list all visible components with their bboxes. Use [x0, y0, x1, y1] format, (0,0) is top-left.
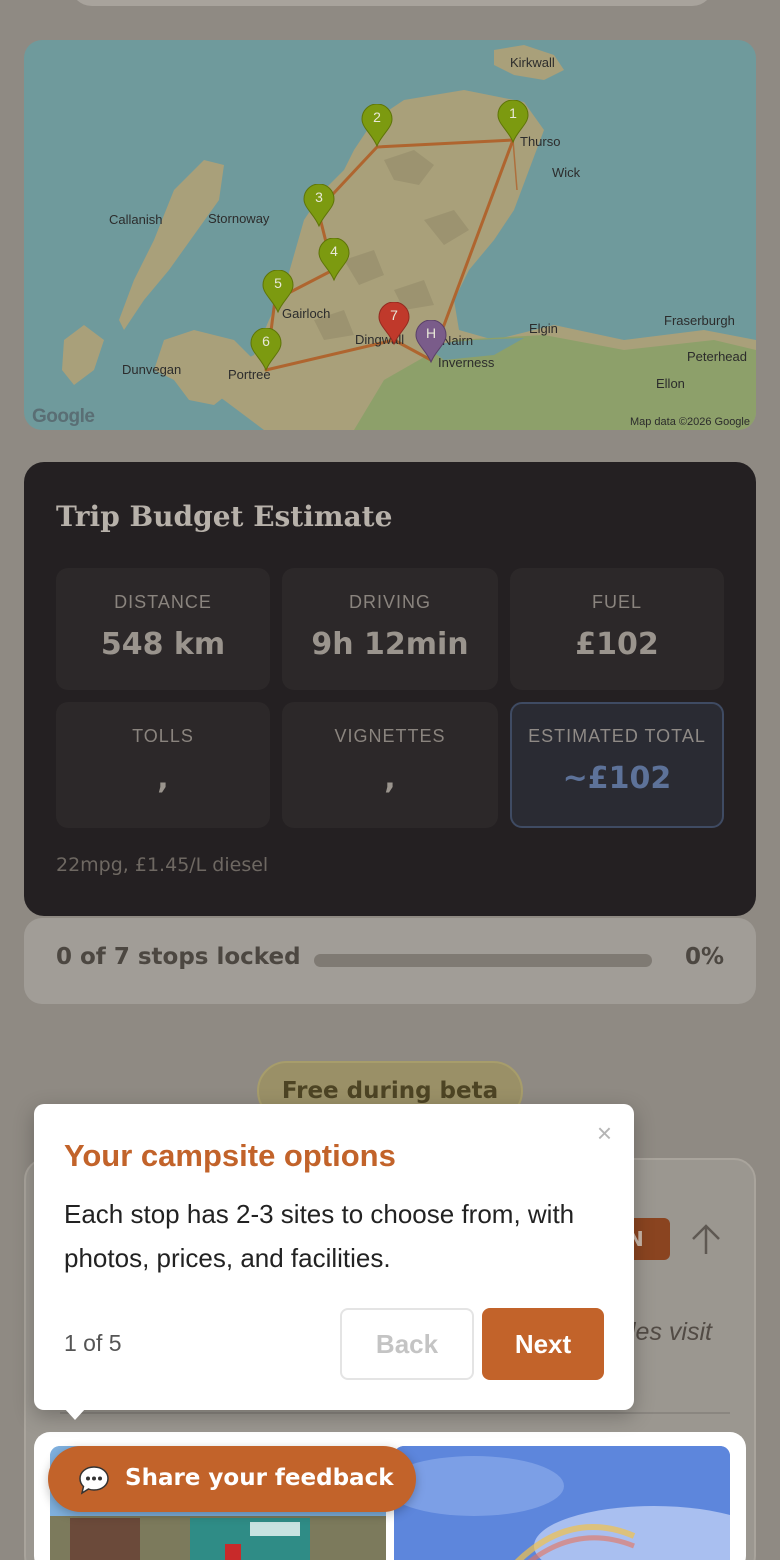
stat-value: ,	[384, 761, 396, 796]
budget-title: Trip Budget Estimate	[56, 500, 393, 533]
route-map[interactable]: Kirkwall Thurso Wick Callanish Stornoway…	[24, 40, 756, 430]
tooltip-body: Each stop has 2-3 sites to choose from, …	[64, 1199, 575, 1273]
town-label: Peterhead	[687, 349, 747, 364]
stat-value: £102	[575, 627, 659, 662]
stat-estimated-total: ESTIMATED TOTAL ~£102	[510, 702, 724, 828]
map-pin-stop-7[interactable]: 7	[377, 302, 411, 346]
map-pin-stop-5[interactable]: 5	[261, 270, 295, 314]
map-pin-stop-3[interactable]: 3	[302, 184, 336, 228]
stat-driving: DRIVING 9h 12min	[282, 568, 498, 690]
back-button[interactable]: Back	[340, 1308, 474, 1380]
map-credit[interactable]: Map data ©2026 Google	[630, 416, 750, 428]
map-pin-stop-2[interactable]: 2	[360, 104, 394, 148]
pin-label: 1	[509, 105, 517, 121]
stat-label: DRIVING	[348, 592, 431, 612]
town-label: Elgin	[529, 321, 558, 336]
pin-label: 2	[373, 109, 381, 125]
stat-tolls: TOLLS ,	[56, 702, 270, 828]
tooltip-step-counter: 1 of 5	[64, 1330, 122, 1356]
pin-label: 4	[330, 243, 338, 259]
close-icon[interactable]: ×	[597, 1120, 612, 1146]
pin-label: 6	[262, 333, 270, 349]
previous-card-edge	[70, 0, 714, 6]
speech-bubble-icon	[79, 1466, 109, 1495]
stat-distance: DISTANCE 548 km	[56, 568, 270, 690]
pin-label: 5	[274, 275, 282, 291]
town-label: Kirkwall	[510, 55, 555, 70]
stat-value: 548 km	[100, 627, 226, 662]
town-label: Wick	[552, 165, 581, 180]
progress-percent: 0%	[684, 944, 724, 970]
stat-label: FUEL	[591, 592, 642, 612]
divider	[60, 1412, 730, 1414]
lock-progress-card: 0 of 7 stops locked 0%	[24, 918, 756, 1004]
stat-label: ESTIMATED TOTAL	[528, 726, 706, 746]
stat-label: VIGNETTES	[334, 726, 446, 746]
town-label: Ellon	[656, 376, 685, 391]
pin-label: H	[425, 325, 437, 341]
tooltip-pointer	[64, 1408, 86, 1420]
stat-fuel: FUEL £102	[510, 568, 724, 690]
map-pin-home[interactable]: H	[414, 320, 448, 364]
town-label: Fraserburgh	[664, 313, 735, 328]
town-label: Stornoway	[208, 211, 270, 226]
town-label: Dunvegan	[122, 362, 182, 377]
stat-vignettes: VIGNETTES ,	[282, 702, 498, 828]
town-label: Callanish	[109, 212, 163, 227]
map-pin-stop-1[interactable]: 1	[496, 100, 530, 144]
campsite-photo[interactable]	[394, 1446, 730, 1560]
arrow-up-icon[interactable]	[688, 1222, 724, 1258]
map-pin-stop-4[interactable]: 4	[317, 238, 351, 282]
stop-description: les visit	[630, 1318, 712, 1346]
trip-budget-card: Trip Budget Estimate DISTANCE 548 km DRI…	[24, 462, 756, 916]
onboarding-tooltip: × Your campsite options Each stop has 2-…	[34, 1104, 634, 1420]
stat-value: ~£102	[562, 761, 672, 796]
google-logo: Google	[32, 406, 95, 427]
feedback-label: Share your feedback	[125, 1465, 394, 1491]
share-feedback-button[interactable]: Share your feedback	[48, 1446, 416, 1512]
stat-value: 9h 12min	[311, 627, 469, 662]
pin-label: 7	[390, 307, 398, 323]
progress-text: 0 of 7 stops locked	[56, 944, 301, 970]
map-pin-stop-6[interactable]: 6	[249, 328, 283, 372]
next-button[interactable]: Next	[482, 1308, 604, 1380]
tooltip-title: Your campsite options	[64, 1138, 396, 1173]
stat-value: ,	[157, 761, 169, 796]
stat-label: DISTANCE	[114, 592, 212, 612]
stat-label: TOLLS	[132, 726, 194, 746]
progress-bar	[314, 954, 652, 967]
budget-assumptions: 22mpg, £1.45/L diesel	[56, 854, 269, 876]
pin-label: 3	[315, 189, 323, 205]
